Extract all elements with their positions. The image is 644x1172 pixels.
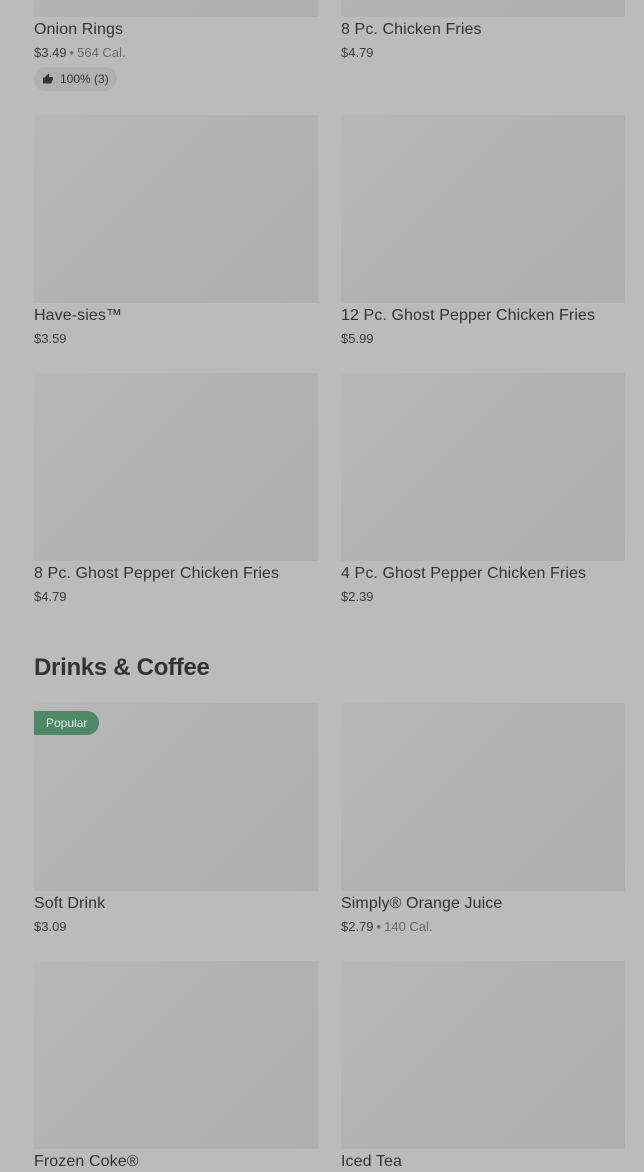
menu-item-name: Simply® Orange Juice — [341, 895, 503, 912]
menu-item-name: Iced Tea — [341, 1153, 402, 1170]
menu-item-card[interactable]: 4 Pc. Ghost Pepper Chicken Fries $2.39 — [341, 373, 625, 613]
menu-item-card[interactable]: Onion Rings $3.49 • 564 Cal. 100% (3) — [34, 0, 318, 99]
menu-item-meta: $3.09 — [34, 919, 67, 934]
menu-item-meta: $3.49 • 564 Cal. — [34, 45, 126, 60]
menu-item-image[interactable] — [341, 703, 625, 891]
menu-item-calories: 564 Cal. — [77, 45, 126, 60]
menu-item-price: $2.39 — [341, 589, 374, 604]
menu-item-price: $2.79 — [341, 919, 374, 934]
menu-item-calories: 140 Cal. — [384, 919, 433, 934]
popular-badge: Popular — [34, 711, 100, 735]
menu-item-name: Onion Rings — [34, 21, 124, 38]
menu-item-meta: $5.99 — [341, 331, 374, 346]
menu-item-card[interactable]: Iced Tea — [341, 961, 625, 1172]
menu-item-card[interactable]: 8 Pc. Ghost Pepper Chicken Fries $4.79 — [34, 373, 318, 613]
menu-item-image[interactable] — [341, 961, 625, 1149]
menu-item-name: Have-sies™ — [34, 307, 123, 324]
rating-text: 100% (3) — [60, 72, 109, 86]
menu-item-price: $3.49 — [34, 45, 67, 60]
menu-item-card[interactable]: Simply® Orange Juice $2.79 • 140 Cal. — [341, 703, 625, 943]
menu-item-name: Frozen Coke® — [34, 1153, 139, 1170]
menu-item-name: 8 Pc. Chicken Fries — [341, 21, 482, 38]
menu-item-image[interactable] — [341, 115, 625, 303]
menu-item-card[interactable]: Frozen Coke® — [34, 961, 318, 1172]
menu-item-image[interactable] — [341, 0, 625, 17]
menu-item-image[interactable] — [34, 115, 318, 303]
menu-item-price: $4.79 — [34, 589, 67, 604]
menu-item-meta: $2.39 — [341, 589, 374, 604]
menu-item-price: $3.09 — [34, 919, 67, 934]
menu-item-name: 4 Pc. Ghost Pepper Chicken Fries — [341, 565, 587, 582]
menu-item-card[interactable]: Popular Soft Drink $3.09 — [34, 703, 318, 943]
rating-pill: 100% (3) — [34, 67, 117, 91]
menu-item-meta: $4.79 — [341, 45, 374, 60]
menu-item-meta: $2.79 • 140 Cal. — [341, 919, 433, 934]
menu-item-image[interactable] — [34, 961, 318, 1149]
menu-item-card[interactable]: Have-sies™ $3.59 — [34, 115, 318, 355]
menu-item-name: 12 Pc. Ghost Pepper Chicken Fries — [341, 307, 596, 324]
thumbs-up-icon — [43, 73, 53, 84]
menu-item-card[interactable]: 12 Pc. Ghost Pepper Chicken Fries $5.99 — [341, 115, 625, 355]
menu-item-name: Soft Drink — [34, 895, 106, 912]
menu-item-name: 8 Pc. Ghost Pepper Chicken Fries — [34, 565, 280, 582]
menu-item-image[interactable] — [34, 0, 318, 17]
menu-item-price: $4.79 — [341, 45, 374, 60]
menu-item-image[interactable] — [34, 373, 318, 561]
menu-item-price: $5.99 — [341, 331, 374, 346]
menu-item-price: $3.59 — [34, 331, 67, 346]
menu-item-card[interactable]: 8 Pc. Chicken Fries $4.79 — [341, 0, 625, 79]
section-title-drinks: Drinks & Coffee — [34, 654, 210, 681]
menu-item-meta: $3.59 — [34, 331, 67, 346]
menu-item-meta: $4.79 — [34, 589, 67, 604]
meta-separator: • — [376, 919, 382, 934]
menu-item-image[interactable] — [341, 373, 625, 561]
meta-separator: • — [69, 45, 75, 60]
